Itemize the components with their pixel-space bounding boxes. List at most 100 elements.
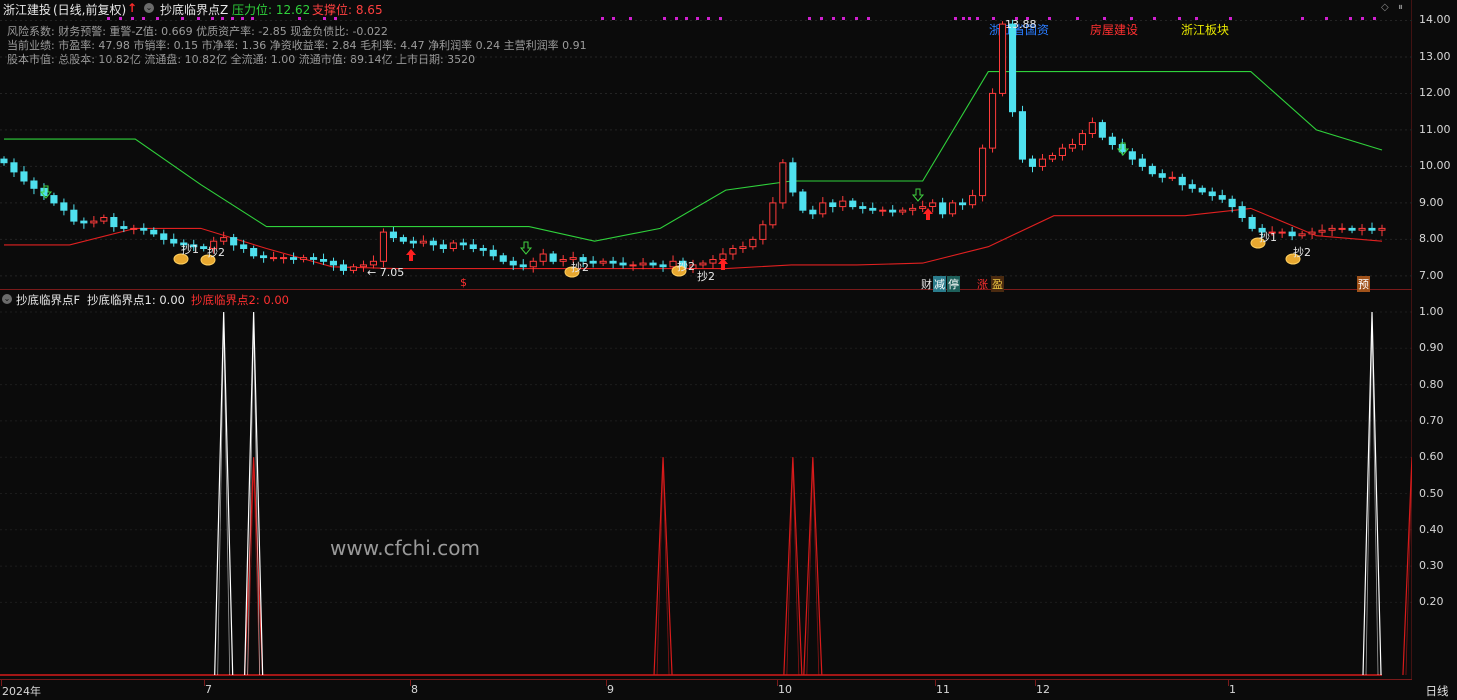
- buy1-signal: 抄1: [181, 243, 199, 256]
- buy-arrow-icon: [406, 249, 416, 261]
- candle: [839, 200, 847, 208]
- price-tick-label: 11.00: [1419, 122, 1451, 136]
- time-tick-mark: [410, 680, 411, 686]
- signal-dot: [334, 17, 337, 20]
- candle: [1358, 227, 1366, 231]
- signal-dot: [298, 17, 301, 20]
- signal-dot: [1153, 17, 1156, 20]
- candle: [369, 260, 377, 266]
- signal-dot: [1361, 17, 1364, 20]
- signal-dot: [197, 17, 200, 20]
- candle: [1009, 23, 1017, 113]
- high-price-label: 13.88: [1005, 18, 1037, 31]
- candle: [20, 171, 28, 182]
- signal-dot: [1325, 17, 1328, 20]
- candle: [979, 147, 987, 197]
- candle: [329, 260, 337, 266]
- signal-dot: [1048, 17, 1051, 20]
- candle: [1198, 187, 1206, 193]
- time-tick-mark: [204, 680, 205, 686]
- candle: [1108, 136, 1116, 145]
- time-tick-mark: [1035, 680, 1036, 686]
- sell-arrow-icon: [519, 241, 533, 255]
- candle: [250, 248, 258, 257]
- signal-dot: [119, 17, 122, 20]
- candle: [789, 162, 797, 193]
- buy2-signal: 抄2: [1293, 246, 1311, 259]
- candle: [1188, 184, 1196, 189]
- candle: [869, 207, 877, 211]
- candle: [339, 264, 347, 271]
- candle: [629, 264, 637, 267]
- candle: [909, 207, 917, 211]
- candle: [699, 262, 707, 266]
- signal-dot: [820, 17, 823, 20]
- candle: [1048, 155, 1057, 160]
- candle: [849, 200, 857, 208]
- time-tick-mark: [935, 680, 936, 686]
- buy2-signal: 抄2: [677, 260, 695, 273]
- candle: [749, 238, 757, 248]
- price-tick-label: 8.00: [1419, 232, 1444, 246]
- candle: [459, 242, 467, 246]
- candle: [399, 237, 407, 242]
- time-axis-line: [0, 679, 1412, 680]
- signal-dot: [601, 17, 604, 20]
- candle: [90, 220, 98, 224]
- candle: [1278, 231, 1286, 234]
- candle: [349, 266, 357, 271]
- candle: [220, 237, 228, 242]
- signal-dot: [685, 17, 688, 20]
- candle: [1298, 233, 1306, 237]
- dollar-marker: $: [460, 276, 467, 289]
- candle: [599, 260, 607, 264]
- signal-dot: [719, 17, 722, 20]
- candle: [439, 244, 447, 249]
- candle: [779, 162, 787, 204]
- signal-dot: [211, 17, 214, 20]
- signal-dot: [696, 17, 699, 20]
- signal-dot: [181, 17, 184, 20]
- candle: [829, 202, 837, 207]
- signal-dot: [221, 17, 224, 20]
- candle: [1228, 198, 1236, 208]
- period-button[interactable]: 日线: [1417, 682, 1457, 700]
- time-tick-label: 8: [411, 683, 418, 696]
- signal-dot: [1349, 17, 1352, 20]
- candle: [130, 227, 138, 230]
- candle: [999, 23, 1007, 94]
- signal-dot: [1076, 17, 1079, 20]
- candle: [529, 260, 537, 268]
- candle: [1208, 191, 1216, 197]
- candle: [1098, 122, 1106, 138]
- candle: [310, 257, 318, 260]
- candle: [989, 92, 997, 149]
- candle: [729, 248, 737, 255]
- indicator-tick-label: 0.40: [1419, 522, 1444, 536]
- candle: [879, 209, 887, 212]
- time-tick-mark: [606, 680, 607, 686]
- signal-dot: [612, 17, 615, 20]
- signal-dot: [142, 17, 145, 20]
- signal-dot: [131, 17, 134, 20]
- indicator-chart[interactable]: [0, 290, 1412, 680]
- candle: [919, 206, 927, 209]
- signal-dot: [231, 17, 234, 20]
- candle: [1218, 195, 1226, 200]
- watermark: www.cfchi.com: [330, 536, 480, 560]
- candle: [859, 206, 867, 209]
- candle: [559, 259, 567, 262]
- candle: [140, 227, 148, 231]
- signal-dot: [832, 17, 835, 20]
- candle: [1148, 165, 1156, 175]
- candle: [1138, 158, 1146, 167]
- buy2-signal: 抄2: [697, 270, 715, 283]
- buy2-signal: 抄2: [207, 246, 225, 259]
- signal-dot: [1195, 17, 1198, 20]
- indicator-tick-label: 0.80: [1419, 377, 1444, 391]
- signal-dot: [1301, 17, 1304, 20]
- candle: [100, 217, 108, 222]
- candle: [1238, 206, 1246, 219]
- candle: [320, 259, 328, 262]
- signal-dot: [855, 17, 858, 20]
